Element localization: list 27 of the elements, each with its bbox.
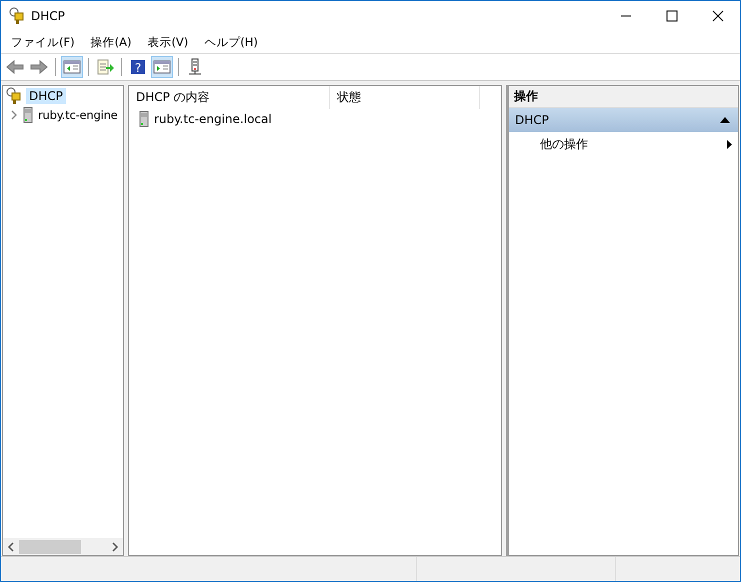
actions-header: 操作 <box>509 86 738 108</box>
dhcp-icon <box>9 7 25 25</box>
server-icon <box>23 106 33 122</box>
horizontal-scrollbar[interactable] <box>3 538 123 555</box>
scroll-left-icon[interactable] <box>7 542 15 552</box>
maximize-icon[interactable] <box>666 10 678 22</box>
server-icon <box>139 111 149 127</box>
scroll-right-icon[interactable] <box>111 542 119 552</box>
pane-toggle-button[interactable] <box>61 56 83 78</box>
menu-item[interactable]: ファイル(F) <box>11 34 75 50</box>
column-header[interactable]: DHCP の内容 <box>129 86 330 109</box>
pane-toggle-button[interactable] <box>151 56 173 78</box>
help-button[interactable]: ? <box>127 56 149 78</box>
menu-item[interactable]: 表示(V) <box>147 34 188 50</box>
collapse-icon[interactable] <box>720 117 730 123</box>
submenu-arrow-icon <box>727 140 732 148</box>
action-item[interactable]: 他の操作 <box>540 136 588 152</box>
action-group-header[interactable]: DHCP <box>509 108 738 132</box>
menu-item[interactable]: 操作(A) <box>90 34 132 50</box>
tree-item[interactable]: ruby.tc-engine <box>38 106 118 122</box>
menu-item[interactable]: ヘルプ(H) <box>204 34 258 50</box>
close-icon[interactable] <box>712 10 724 22</box>
column-header[interactable]: 状態 <box>330 86 480 109</box>
window-title: DHCP <box>31 9 65 23</box>
expand-icon[interactable] <box>10 110 18 120</box>
tree-item[interactable]: DHCP <box>26 88 66 104</box>
list-item[interactable]: ruby.tc-engine.local <box>154 112 272 126</box>
